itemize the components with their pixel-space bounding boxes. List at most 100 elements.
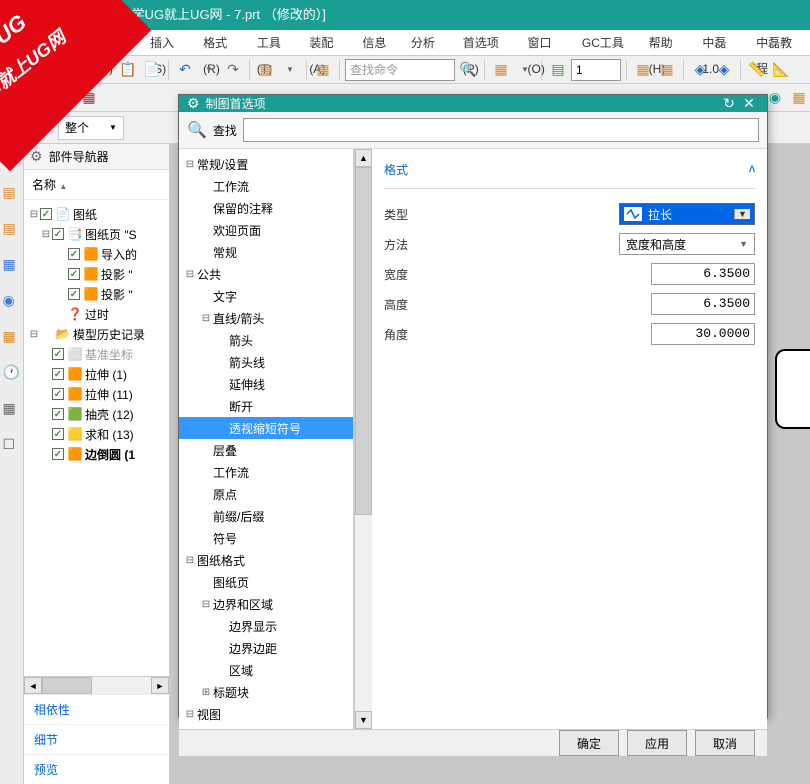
dialog-tree-node[interactable]: ⊟常规/设置	[179, 153, 353, 175]
layer-spin[interactable]: 1	[571, 59, 621, 81]
tree-node[interactable]: ✓🟧拉伸 (1)	[24, 364, 169, 384]
dialog-tree-node[interactable]: 边界边距	[179, 637, 353, 659]
tree-node[interactable]: ✓🟨求和 (13)	[24, 424, 169, 444]
menu-icon[interactable]: ▤	[6, 117, 28, 139]
tool3-icon[interactable]: ◈	[689, 59, 711, 81]
lb2-icon[interactable]: ▤	[3, 220, 21, 238]
col-name[interactable]: 名称	[32, 178, 56, 192]
nav-section[interactable]: 预览	[24, 754, 169, 784]
menu-item[interactable]: 窗口(O)	[520, 30, 574, 55]
restore-icon[interactable]: ↻	[719, 95, 739, 112]
menu-item[interactable]: 中磊1.0	[695, 30, 749, 55]
dialog-tree-node[interactable]: 箭头线	[179, 351, 353, 373]
dialog-tree-node[interactable]: 文字	[179, 285, 353, 307]
menu-item[interactable]: 帮助(H)	[642, 30, 696, 55]
menu-item[interactable]: 工具(T)	[250, 30, 302, 55]
tree-node[interactable]: ✓🟧导入的	[24, 244, 169, 264]
lb7-icon[interactable]: ▦	[3, 400, 21, 418]
close-icon[interactable]: ✕	[739, 95, 759, 112]
tree-node[interactable]: ✓🟧边倒圆 (1	[24, 444, 169, 464]
lb6-icon[interactable]: 🕐	[3, 364, 21, 382]
lb1-icon[interactable]: ▤	[3, 184, 21, 202]
paste-icon[interactable]: 📄	[141, 59, 163, 81]
tree-node[interactable]: ✓🟧拉伸 (11)	[24, 384, 169, 404]
lb3-icon[interactable]: ▦	[3, 256, 21, 274]
ruler-icon[interactable]: 📏	[746, 59, 768, 81]
save-icon[interactable]: 💾	[60, 59, 82, 81]
tool2-icon[interactable]: ▦	[312, 59, 334, 81]
menu-item[interactable]: 中磊教程	[749, 30, 810, 55]
height-input[interactable]: 6.3500	[651, 293, 755, 315]
scroll-right-icon[interactable]: ►	[151, 677, 169, 694]
dialog-tree-node[interactable]: ⊟图纸格式	[179, 549, 353, 571]
width-input[interactable]: 6.3500	[651, 263, 755, 285]
dialog-tree-node[interactable]: 保留的注释	[179, 197, 353, 219]
dialog-tree-node[interactable]: 前缀/后缀	[179, 505, 353, 527]
apply-button[interactable]: 应用	[627, 730, 687, 756]
grid-icon[interactable]: ▦	[490, 59, 512, 81]
tool-icon[interactable]: ▦	[255, 59, 277, 81]
box2-icon[interactable]: ▦	[656, 59, 678, 81]
menu-item[interactable]: 插入(S)	[143, 30, 196, 55]
lb4-icon[interactable]: ◉	[3, 292, 21, 310]
menu-item[interactable]: GC工具箱	[575, 30, 642, 55]
dd-icon[interactable]: ▼	[279, 59, 301, 81]
dialog-tree-node[interactable]: ⊟直线/箭头	[179, 307, 353, 329]
tree-node[interactable]: ⊟✓📑图纸页 "S	[24, 224, 169, 244]
tree-node[interactable]: ⊟📂模型历史记录	[24, 324, 169, 344]
t2b-icon[interactable]: ◫	[30, 87, 52, 109]
filter-select[interactable]: 整个▼	[58, 116, 124, 140]
lb8-icon[interactable]: ☐	[3, 436, 21, 454]
dialog-tree-node[interactable]: ⊟公共	[179, 263, 353, 285]
ok-button[interactable]: 确定	[559, 730, 619, 756]
collapse-icon[interactable]: ʌ	[749, 161, 755, 178]
tree-node[interactable]: ✓⬜基准坐标	[24, 344, 169, 364]
dialog-tree-node[interactable]: 边界显示	[179, 615, 353, 637]
tree-node[interactable]: ✓🟩抽壳 (12)	[24, 404, 169, 424]
command-search[interactable]: 查找命令	[345, 59, 455, 81]
gear-icon[interactable]: ⚙	[30, 148, 43, 165]
dialog-tree-node[interactable]: 箭头	[179, 329, 353, 351]
type-select[interactable]: 拉长 ▼	[619, 203, 755, 225]
angle-input[interactable]: 30.0000	[651, 323, 755, 345]
copy-icon[interactable]: 📋	[117, 59, 139, 81]
filter-dd-icon[interactable]: ▼	[32, 117, 54, 139]
tree-node[interactable]: ✓🟧投影 "	[24, 284, 169, 304]
cut-icon[interactable]: ✂	[93, 59, 115, 81]
search-icon[interactable]: 🔍	[457, 59, 479, 81]
t2r3-icon[interactable]: ▦	[788, 87, 810, 109]
dialog-tree-node[interactable]: 层叠	[179, 439, 353, 461]
menu-item[interactable]: 装配(A)	[302, 30, 355, 55]
dialog-tree-node[interactable]: 断开	[179, 395, 353, 417]
dialog-tree-node[interactable]: 工作流	[179, 175, 353, 197]
dialog-tree-node[interactable]: ⊟边界和区域	[179, 593, 353, 615]
tool4-icon[interactable]: ◈	[713, 59, 735, 81]
scroll-down-icon[interactable]: ▼	[355, 711, 372, 729]
cancel-button[interactable]: 取消	[695, 730, 755, 756]
dialog-vscroll[interactable]: ▲ ▼	[354, 149, 372, 729]
dialog-tree-node[interactable]: 原点	[179, 483, 353, 505]
dialog-tree-node[interactable]: 工作流	[179, 461, 353, 483]
dialog-tree-node[interactable]: 符号	[179, 527, 353, 549]
nav-section[interactable]: 细节	[24, 724, 169, 754]
dd2-icon[interactable]: ▼	[514, 59, 536, 81]
menu-item[interactable]: 信息(I)	[355, 30, 404, 55]
menu-item[interactable]: 首选项(P)	[456, 30, 521, 55]
dialog-tree-node[interactable]: 图纸页	[179, 571, 353, 593]
ruler2-icon[interactable]: 📐	[770, 59, 792, 81]
redo-icon[interactable]: ↷	[222, 59, 244, 81]
t2d-icon[interactable]: ▦	[78, 87, 100, 109]
scroll-left-icon[interactable]: ◄	[24, 677, 42, 694]
dialog-tree-node[interactable]: 透视缩短符号	[179, 417, 353, 439]
menu-item[interactable]: 分析(L)	[404, 30, 456, 55]
undo-dd-icon[interactable]: ▼	[198, 59, 220, 81]
scroll-up-icon[interactable]: ▲	[355, 149, 372, 167]
menu-item[interactable]: 格式(R)	[196, 30, 250, 55]
dialog-tree-node[interactable]: ⊞标题块	[179, 681, 353, 703]
layer-icon[interactable]: ▤	[547, 59, 569, 81]
find-input[interactable]	[243, 118, 759, 142]
dialog-tree-node[interactable]: 欢迎页面	[179, 219, 353, 241]
tree-node[interactable]: ❓过时	[24, 304, 169, 324]
dialog-tree-node[interactable]: 区域	[179, 659, 353, 681]
dialog-tree-node[interactable]: ⊟视图	[179, 703, 353, 725]
